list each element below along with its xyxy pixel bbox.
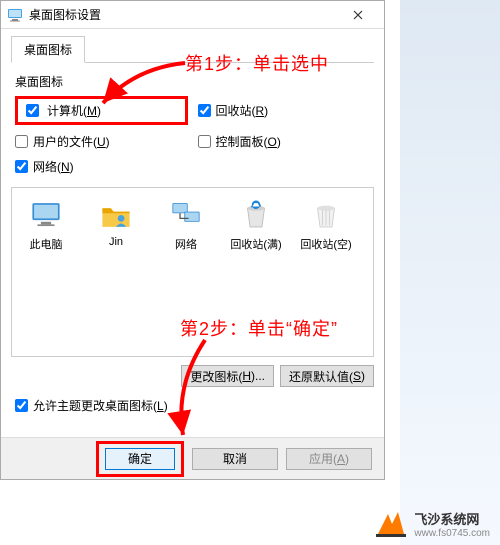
checkbox-recyclebin[interactable] — [198, 104, 211, 117]
close-button[interactable] — [338, 3, 378, 27]
preview-label: 网络 — [175, 236, 197, 252]
settings-dialog: 桌面图标设置 桌面图标 桌面图标 计算机(M) 回收站(R) 用户的文件(U) — [0, 0, 385, 480]
label-computer: 计算机(M) — [47, 102, 101, 119]
label-allow-themes: 允许主题更改桌面图标(L) — [33, 397, 168, 414]
highlight-ok-button: 确定 — [96, 441, 184, 477]
label-controlpanel: 控制面板(O) — [216, 133, 281, 150]
cancel-button[interactable]: 取消 — [192, 448, 278, 470]
ok-button[interactable]: 确定 — [105, 448, 175, 470]
preview-item-network[interactable]: 网络 — [160, 198, 212, 252]
dialog-button-bar: 确定 取消 应用(A) — [1, 437, 384, 479]
change-icon-button[interactable]: 更改图标(H)... — [181, 365, 274, 387]
preview-item-user[interactable]: Jin — [90, 198, 142, 252]
preview-item-pc[interactable]: 此电脑 — [20, 198, 72, 252]
window-title: 桌面图标设置 — [29, 6, 338, 23]
preview-label: 回收站(空) — [300, 236, 351, 252]
checkbox-network[interactable] — [15, 160, 28, 173]
monitor-icon — [7, 7, 23, 23]
restore-default-button[interactable]: 还原默认值(S) — [280, 365, 374, 387]
checkbox-controlpanel[interactable] — [198, 135, 211, 148]
highlight-computer-checkbox: 计算机(M) — [15, 96, 188, 125]
preview-label: 回收站(满) — [230, 236, 281, 252]
checkbox-userfiles[interactable] — [15, 135, 28, 148]
title-bar: 桌面图标设置 — [1, 1, 384, 29]
checkbox-computer[interactable] — [26, 104, 39, 117]
watermark-url: www.fs0745.com — [414, 528, 490, 539]
label-recyclebin: 回收站(R) — [216, 102, 269, 119]
preview-item-bin-empty[interactable]: 回收站(空) — [300, 198, 352, 252]
label-userfiles: 用户的文件(U) — [33, 133, 110, 150]
label-network: 网络(N) — [33, 158, 74, 175]
icon-preview-panel: 此电脑 Jin 网络 回收站(满) 回收站(空) — [11, 187, 374, 357]
tab-desktop-icons[interactable]: 桌面图标 — [11, 36, 85, 63]
watermark: 飞沙系统网 www.fs0745.com — [376, 509, 490, 539]
preview-label: 此电脑 — [30, 236, 63, 252]
group-title: 桌面图标 — [15, 73, 374, 90]
preview-item-bin-full[interactable]: 回收站(满) — [230, 198, 282, 252]
apply-button[interactable]: 应用(A) — [286, 448, 372, 470]
preview-label: Jin — [109, 236, 123, 248]
watermark-logo-icon — [376, 509, 406, 539]
checkbox-allow-themes[interactable] — [15, 399, 28, 412]
watermark-name: 飞沙系统网 — [414, 509, 490, 528]
